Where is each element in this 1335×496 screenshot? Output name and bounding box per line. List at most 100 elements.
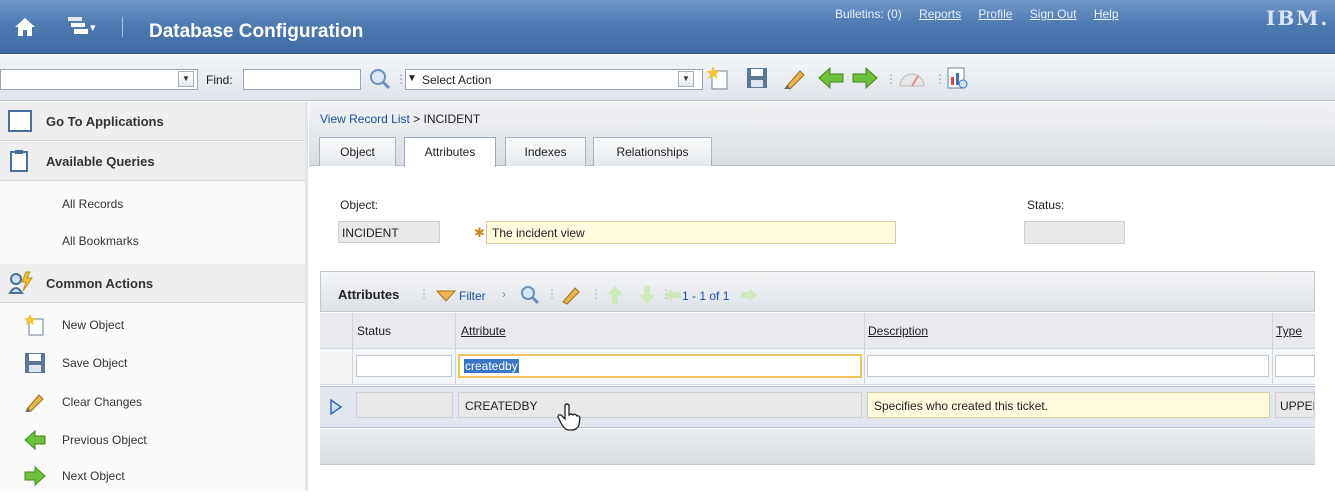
common-actions-label: Common Actions <box>46 276 154 291</box>
table-footer <box>320 429 1315 465</box>
new-object-icon <box>24 314 44 336</box>
description-field[interactable]: The incident view <box>486 221 896 244</box>
clear-changes-icon[interactable] <box>782 65 808 91</box>
action-previous-object[interactable]: Previous Object <box>0 422 305 460</box>
column-type[interactable]: Type <box>1276 324 1302 338</box>
save-icon[interactable] <box>746 67 768 89</box>
column-description[interactable]: Description <box>868 324 928 338</box>
find-label: Find: <box>206 73 233 87</box>
action-save-object[interactable]: Save Object <box>0 345 305 383</box>
query-all-bookmarks[interactable]: All Bookmarks <box>0 223 305 261</box>
next-object-icon <box>24 465 46 487</box>
record-count: 1 - 1 of 1 <box>682 289 730 303</box>
search-icon[interactable] <box>520 285 540 305</box>
find-input[interactable] <box>243 69 361 90</box>
action-new-object[interactable]: New Object <box>0 307 305 345</box>
action-label: New Object <box>62 318 125 332</box>
left-navigation: Go To Applications Available Queries All… <box>0 102 308 491</box>
next-page-icon <box>741 289 757 301</box>
toolbar-separator: ⋮ <box>885 72 897 86</box>
chevron-right-icon: › <box>502 287 506 301</box>
previous-page-icon <box>665 289 681 301</box>
query-all-records[interactable]: All Records <box>0 186 305 224</box>
row-status-cell <box>356 392 453 418</box>
query-select[interactable] <box>0 69 198 90</box>
view-record-list-link[interactable]: View Record List <box>320 112 410 126</box>
filter-icon[interactable] <box>436 290 456 302</box>
select-action-dropdown[interactable]: Select Action <box>405 69 703 90</box>
action-label: Save Object <box>62 356 128 370</box>
search-icon[interactable] <box>368 67 392 91</box>
toolbar-separator: ⋮ <box>546 287 558 301</box>
select-action-caret-icon: ▼ <box>407 73 417 84</box>
tab-attributes[interactable]: Attributes <box>404 137 496 167</box>
header-links: Bulletins: (0) Reports Profile Sign Out … <box>835 7 1133 21</box>
action-label: Next Object <box>62 469 125 483</box>
sign-out-link[interactable]: Sign Out <box>1030 7 1077 21</box>
column-status: Status <box>357 324 392 338</box>
status-field <box>1024 221 1125 244</box>
app-header: ▾ Database Configuration Bulletins: (0) … <box>0 0 1335 54</box>
action-clear-changes[interactable]: Clear Changes <box>0 384 305 422</box>
clear-filter-icon[interactable] <box>560 284 582 306</box>
page-title: Database Configuration <box>149 21 364 42</box>
hand-cursor-icon <box>557 403 581 431</box>
move-up-icon <box>607 286 623 304</box>
tab-object[interactable]: Object <box>319 137 396 166</box>
header-divider <box>122 17 123 37</box>
previous-record-icon[interactable] <box>818 67 844 89</box>
status-filter-input[interactable] <box>356 355 452 377</box>
home-icon[interactable] <box>14 16 36 38</box>
query-label: All Records <box>62 197 124 211</box>
previous-object-icon <box>24 429 46 451</box>
description-filter-input[interactable] <box>867 355 1269 377</box>
help-link[interactable]: Help <box>1094 7 1119 21</box>
filter-text: createdby <box>464 359 519 373</box>
available-queries[interactable]: Available Queries <box>0 142 308 181</box>
tab-indexes[interactable]: Indexes <box>505 137 586 166</box>
go-to-applications[interactable]: Go To Applications <box>0 102 308 141</box>
column-attribute[interactable]: Attribute <box>461 324 506 338</box>
window-icon <box>8 110 32 132</box>
row-expand-icon[interactable] <box>330 399 342 415</box>
queries-icon <box>10 150 28 172</box>
column-divider <box>1272 313 1273 385</box>
row-attribute-cell: CREATEDBY <box>458 392 862 418</box>
row-description-cell[interactable]: Specifies who created this ticket. <box>867 392 1270 418</box>
table-title: Attributes <box>338 287 400 302</box>
toolbar-separator: ⋮ <box>418 287 430 301</box>
move-down-icon <box>639 286 655 304</box>
next-record-icon[interactable] <box>852 67 878 89</box>
clear-changes-icon <box>25 394 44 412</box>
required-icon: ✱ <box>474 225 485 240</box>
common-actions[interactable]: Common Actions <box>0 264 308 303</box>
toolbar-separator: ⋮ <box>934 72 946 86</box>
object-label: Object: <box>340 198 379 212</box>
go-to-applications-label: Go To Applications <box>46 114 164 129</box>
tab-relationships[interactable]: Relationships <box>593 137 712 166</box>
ibm-logo: IBM. <box>1266 6 1330 30</box>
action-next-object[interactable]: Next Object <box>0 458 305 496</box>
column-divider <box>455 313 456 385</box>
report-icon[interactable] <box>946 67 970 91</box>
column-divider <box>352 313 353 385</box>
query-select-dropdown-icon[interactable]: ▼ <box>178 71 194 87</box>
available-queries-label: Available Queries <box>46 154 155 169</box>
bulletins-link[interactable]: Bulletins: (0) <box>835 7 902 21</box>
reports-link[interactable]: Reports <box>919 7 961 21</box>
select-action-dropdown-icon[interactable]: ▼ <box>678 71 694 87</box>
profile-link[interactable]: Profile <box>978 7 1012 21</box>
filter-link[interactable]: Filter <box>459 289 486 303</box>
breadcrumb-current: > INCIDENT <box>413 112 481 126</box>
new-object-icon[interactable] <box>706 65 732 91</box>
row-type-cell: UPPER <box>1275 392 1315 418</box>
chevron-down-icon[interactable]: ▾ <box>90 21 96 34</box>
type-filter-input[interactable] <box>1275 355 1315 377</box>
query-label: All Bookmarks <box>62 234 139 248</box>
applications-menu-icon[interactable] <box>68 17 88 35</box>
status-label: Status: <box>1027 198 1065 212</box>
action-label: Previous Object <box>62 433 147 447</box>
toolbar-separator: ⋮ <box>590 287 602 301</box>
nav-scrollbar[interactable] <box>305 102 308 491</box>
attribute-filter-input[interactable]: createdby <box>458 354 862 378</box>
